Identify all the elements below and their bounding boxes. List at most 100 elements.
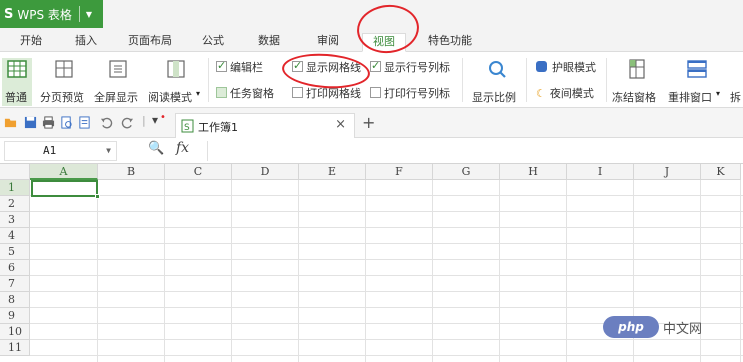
grid-line	[231, 180, 232, 362]
save-icon[interactable]	[24, 116, 37, 129]
column-header-d[interactable]: D	[232, 164, 299, 180]
reading-mode-button[interactable]: 阅读模式 ▾	[148, 58, 204, 106]
new-tab-button[interactable]: +	[362, 113, 375, 132]
row-header-3[interactable]: 3	[0, 212, 30, 228]
watermark-logo: php	[603, 316, 659, 338]
column-header-c[interactable]: C	[165, 164, 232, 180]
preview-icon[interactable]	[78, 116, 91, 129]
caret-down-icon[interactable]: ▼	[86, 10, 92, 19]
app-logo: S	[4, 6, 14, 22]
app-menu-button[interactable]: S WPS 表格 ▼	[0, 0, 103, 28]
grid-line	[164, 180, 165, 362]
column-header-g[interactable]: G	[433, 164, 500, 180]
freeze-panes-label: 冻结窗格	[612, 91, 656, 104]
column-header-k[interactable]: K	[701, 164, 741, 180]
redo-icon[interactable]	[121, 116, 134, 129]
row-header-4[interactable]: 4	[0, 228, 30, 244]
row-header-9[interactable]: 9	[0, 308, 30, 324]
name-box[interactable]: A1 ▼	[4, 141, 117, 161]
divider	[606, 58, 607, 102]
edit-bar-checkbox[interactable]: 编辑栏	[216, 58, 263, 76]
checkbox-icon[interactable]	[370, 58, 381, 74]
row-header-2[interactable]: 2	[0, 196, 30, 212]
tab-insert[interactable]: 插入	[67, 33, 105, 52]
grid-line	[740, 180, 741, 362]
row-header-1[interactable]: 1	[0, 180, 30, 196]
column-header-e[interactable]: E	[299, 164, 366, 180]
caret-down-icon[interactable]: ▾	[196, 89, 200, 98]
column-header-b[interactable]: B	[98, 164, 165, 180]
zoom-label: 显示比例	[472, 91, 516, 104]
grid-line	[30, 243, 743, 244]
full-screen-button[interactable]: 全屏显示	[94, 58, 142, 106]
normal-view-label: 普通	[5, 91, 27, 104]
print-headings-checkbox[interactable]: 打印行号列标	[370, 86, 450, 102]
edit-bar-label: 编辑栏	[230, 61, 263, 74]
freeze-panes-icon	[629, 59, 645, 79]
grid-line	[365, 180, 366, 362]
moon-icon: ☾	[536, 87, 546, 100]
row-header-11[interactable]: 11	[0, 340, 30, 356]
tab-data[interactable]: 数据	[252, 33, 286, 52]
grid-view-icon	[7, 60, 27, 78]
night-mode-label: 夜间模式	[549, 87, 594, 100]
grid-line	[499, 180, 500, 362]
caret-down-icon[interactable]: ▼	[106, 142, 111, 160]
open-folder-icon[interactable]	[4, 116, 17, 129]
full-screen-icon	[109, 60, 127, 78]
tab-page-layout[interactable]: 页面布局	[122, 33, 178, 52]
grid-line	[566, 180, 567, 362]
eye-care-mode-button[interactable]: 护眼模式	[536, 60, 596, 76]
tab-start[interactable]: 开始	[12, 33, 50, 52]
close-icon[interactable]: ×	[335, 117, 346, 132]
column-header-i[interactable]: I	[567, 164, 634, 180]
column-header-f[interactable]: F	[366, 164, 433, 180]
row-header-7[interactable]: 7	[0, 276, 30, 292]
divider	[208, 58, 209, 102]
freeze-panes-button[interactable]: 冻结窗格	[612, 58, 662, 106]
print-gridlines-label: 打印网格线	[306, 87, 361, 100]
task-pane-checkbox[interactable]: 任务窗格	[216, 86, 274, 102]
document-name: 工作簿1	[198, 121, 238, 134]
night-mode-button[interactable]: ☾ 夜间模式	[536, 86, 594, 102]
print-icon[interactable]	[42, 116, 55, 129]
customize-toolbar-icon[interactable]: ▾	[152, 113, 158, 127]
caret-down-icon[interactable]: ▾	[716, 89, 720, 98]
insert-function-button[interactable]: fx	[176, 140, 189, 156]
zoom-button[interactable]: 显示比例	[472, 58, 522, 106]
row-header-8[interactable]: 8	[0, 292, 30, 308]
column-header-h[interactable]: H	[500, 164, 567, 180]
document-tab[interactable]: S 工作簿1 ×	[175, 113, 355, 138]
tab-special-features[interactable]: 特色功能	[420, 33, 480, 52]
formula-input[interactable]	[207, 141, 743, 161]
grid-line	[30, 307, 743, 308]
show-headings-checkbox[interactable]: 显示行号列标	[370, 58, 450, 76]
fill-handle[interactable]	[95, 194, 100, 199]
svg-text:S: S	[184, 123, 190, 133]
column-header-a[interactable]: A	[30, 164, 98, 180]
active-cell[interactable]	[31, 180, 100, 199]
grid-line	[30, 339, 743, 340]
row-header-6[interactable]: 6	[0, 260, 30, 276]
checkbox-icon[interactable]	[216, 58, 227, 74]
checkbox-icon[interactable]	[292, 87, 303, 98]
page-break-preview-button[interactable]: 分页预览	[40, 58, 88, 106]
row-header-5[interactable]: 5	[0, 244, 30, 260]
select-all-corner[interactable]	[0, 164, 30, 180]
tab-formula[interactable]: 公式	[196, 33, 230, 52]
grid-line	[30, 211, 743, 212]
row-header-10[interactable]: 10	[0, 324, 30, 340]
checkbox-icon[interactable]	[216, 87, 227, 98]
column-header-j[interactable]: J	[634, 164, 701, 180]
tab-review[interactable]: 审阅	[311, 33, 345, 52]
formula-bar: A1 ▼ 🔍 fx	[0, 138, 743, 164]
eye-care-mode-label: 护眼模式	[552, 61, 596, 74]
search-icon[interactable]: 🔍	[148, 141, 164, 156]
print-gridlines-checkbox[interactable]: 打印网格线	[292, 86, 361, 102]
print-preview-icon[interactable]	[60, 116, 73, 129]
undo-icon[interactable]	[100, 116, 113, 129]
arrange-windows-button[interactable]: 重排窗口 ▾	[668, 58, 726, 106]
checkbox-icon[interactable]	[370, 87, 381, 98]
normal-view-button[interactable]: 普通	[2, 58, 32, 106]
split-window-button[interactable]: 拆	[730, 58, 743, 106]
